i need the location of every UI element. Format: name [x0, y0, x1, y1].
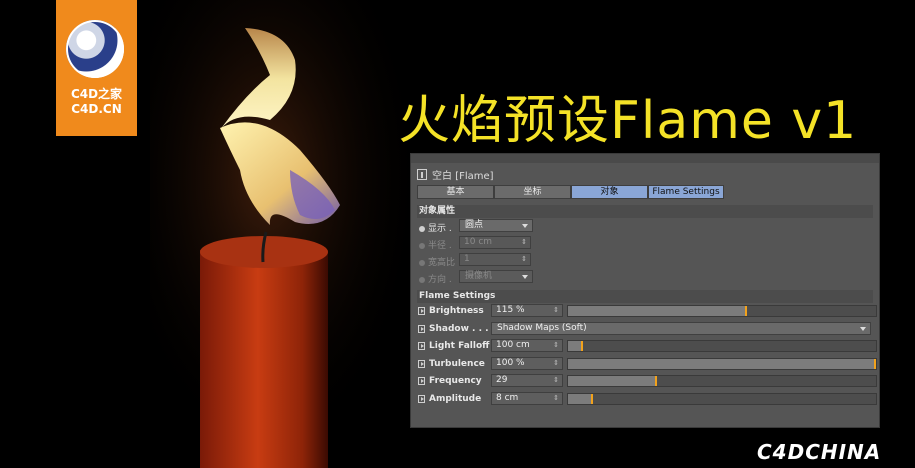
orientation-dropdown[interactable]: 摄像机 — [459, 270, 533, 283]
brightness-slider[interactable] — [567, 305, 877, 317]
stepper-icon[interactable]: ⇕ — [553, 305, 559, 316]
radius-row: 半径 . 10 cm ⇕ — [417, 235, 879, 252]
flame-settings-section: Flame Settings — [417, 290, 873, 303]
turbulence-row: Turbulence 100 % ⇕ — [417, 356, 879, 374]
turbulence-label: Turbulence — [429, 358, 485, 369]
display-value: 圆点 — [465, 220, 484, 230]
tab-flame-settings[interactable]: Flame Settings — [648, 185, 724, 199]
stepper-icon[interactable]: ⇕ — [553, 358, 559, 369]
light-falloff-value: 100 cm — [496, 340, 530, 350]
radio-icon[interactable] — [419, 276, 425, 283]
amplitude-slider[interactable] — [567, 392, 877, 405]
slider-fill — [568, 393, 593, 404]
null-object-icon — [417, 168, 427, 180]
shadow-dropdown[interactable]: Shadow Maps (Soft) — [491, 321, 871, 335]
slider-fill — [568, 306, 747, 316]
orientation-value: 摄像机 — [465, 271, 493, 281]
object-header: 空白 [Flame] — [411, 163, 879, 185]
brightness-row: Brightness 115 % ⇕ — [417, 303, 879, 321]
aspect-value: 1 — [464, 254, 470, 264]
keyframe-icon[interactable] — [418, 342, 425, 350]
brightness-value: 115 % — [496, 305, 525, 315]
radius-field[interactable]: 10 cm ⇕ — [459, 236, 531, 249]
frequency-label: Frequency — [429, 376, 482, 386]
attribute-tabs: 基本 坐标 对象 Flame Settings — [417, 185, 879, 199]
slider-handle[interactable] — [590, 393, 593, 404]
keyframe-icon[interactable] — [418, 394, 425, 403]
light-falloff-label: Light Falloff — [429, 341, 490, 351]
slider-handle[interactable] — [655, 376, 658, 386]
aspect-row: 宽高比 1 ⇕ — [417, 252, 879, 269]
tab-object[interactable]: 对象 — [571, 185, 648, 199]
tab-coordinates[interactable]: 坐标 — [494, 185, 571, 199]
brightness-label: Brightness — [429, 306, 484, 316]
object-title: 空白 [Flame] — [432, 170, 494, 182]
aspect-field[interactable]: 1 ⇕ — [459, 253, 531, 266]
attribute-manager-panel: 空白 [Flame] 基本 坐标 对象 Flame Settings 对象属性 … — [410, 153, 880, 428]
page-title: 火焰预设Flame v1 — [398, 91, 858, 151]
turbulence-field[interactable]: 100 % ⇕ — [491, 356, 563, 370]
chevron-down-icon — [860, 326, 866, 331]
radius-value: 10 cm — [464, 237, 493, 247]
turbulence-value: 100 % — [496, 357, 525, 368]
frequency-value: 29 — [496, 375, 508, 385]
keyframe-icon[interactable] — [418, 359, 425, 368]
light-falloff-slider[interactable] — [567, 340, 877, 352]
keyframe-icon[interactable] — [418, 324, 425, 333]
tab-basic[interactable]: 基本 — [417, 185, 494, 199]
keyframe-icon[interactable] — [418, 307, 425, 315]
panel-top-bar — [411, 154, 879, 163]
slider-handle[interactable] — [581, 341, 584, 351]
amplitude-row: Amplitude 8 cm ⇕ — [417, 391, 879, 409]
c4dchina-watermark: C4DCHINA — [757, 440, 882, 464]
amplitude-label: Amplitude — [429, 393, 482, 404]
chevron-down-icon — [522, 275, 528, 279]
light-falloff-field[interactable]: 100 cm ⇕ — [491, 339, 563, 352]
amplitude-value: 8 cm — [496, 392, 519, 403]
frequency-field[interactable]: 29 ⇕ — [491, 374, 563, 387]
slider-fill — [568, 376, 658, 386]
shadow-value: Shadow Maps (Soft) — [497, 322, 587, 333]
amplitude-field[interactable]: 8 cm ⇕ — [491, 391, 563, 405]
orientation-label: 方向 — [428, 275, 447, 285]
c4d-logo-badge: C4D之家 C4D.CN — [56, 0, 137, 136]
frequency-slider[interactable] — [567, 375, 877, 387]
orientation-row: 方向 . 摄像机 — [417, 269, 879, 286]
turbulence-slider[interactable] — [567, 357, 877, 370]
light-falloff-row: Light Falloff 100 cm ⇕ — [417, 338, 879, 356]
cinema4d-logo-icon — [66, 20, 124, 78]
frequency-row: Frequency 29 ⇕ — [417, 373, 879, 391]
stepper-icon[interactable]: ⇕ — [553, 393, 559, 404]
object-properties-section: 对象属性 — [417, 205, 873, 218]
brightness-field[interactable]: 115 % ⇕ — [491, 304, 563, 317]
logo-line-2: C4D.CN — [71, 102, 122, 116]
slider-handle[interactable] — [874, 358, 876, 369]
radio-icon[interactable] — [419, 259, 425, 266]
display-label: 显示 — [428, 224, 447, 234]
display-dropdown[interactable]: 圆点 — [459, 219, 533, 232]
stepper-icon[interactable]: ⇕ — [521, 254, 527, 265]
radius-label: 半径 — [428, 241, 447, 251]
shadow-row: Shadow . . . . Shadow Maps (Soft) — [417, 321, 879, 339]
stepper-icon[interactable]: ⇕ — [553, 340, 559, 351]
candle-flame-render — [150, 0, 410, 468]
aspect-label: 宽高比 — [428, 258, 456, 268]
slider-handle[interactable] — [744, 306, 747, 316]
chevron-down-icon — [522, 224, 528, 228]
slider-fill — [568, 358, 876, 369]
keyframe-icon[interactable] — [418, 377, 425, 385]
logo-line-1: C4D之家 — [70, 87, 123, 101]
radio-icon[interactable] — [419, 242, 425, 249]
stepper-icon[interactable]: ⇕ — [553, 375, 559, 386]
display-row: 显示 . 圆点 — [417, 218, 879, 235]
shadow-label: Shadow — [429, 323, 469, 334]
radio-icon[interactable] — [419, 225, 425, 232]
stepper-icon[interactable]: ⇕ — [521, 237, 527, 248]
